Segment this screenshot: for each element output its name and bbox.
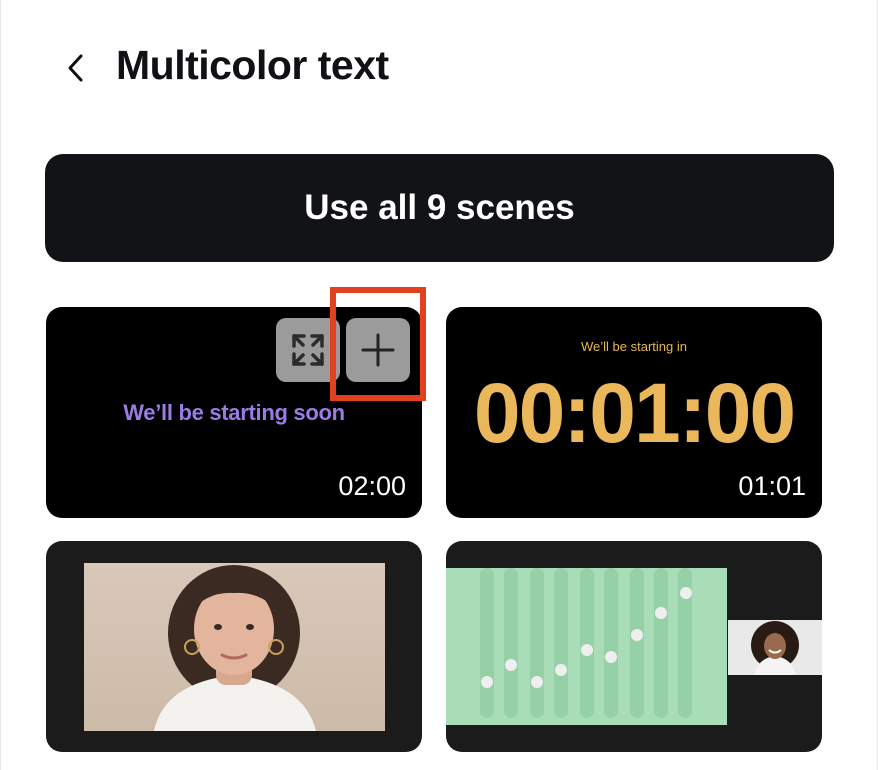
scene-duration: 02:00 (338, 471, 406, 501)
use-all-scenes-button[interactable]: Use all 9 scenes (45, 154, 834, 262)
countdown-caption: We’ll be starting in (581, 339, 687, 354)
header: Multicolor text (0, 0, 878, 140)
portrait-woman-photo (84, 563, 385, 731)
page-title: Multicolor text (116, 42, 389, 88)
countdown-timer: 00:01:00 (473, 366, 796, 460)
add-scene-button[interactable] (346, 318, 410, 382)
scene-card-2[interactable]: We’ll be starting in 00:01:00 01:01 (446, 307, 822, 518)
smiling-woman-photo (728, 620, 822, 675)
expand-arrows-icon (292, 334, 324, 366)
scene-duration: 01:01 (738, 471, 806, 501)
scene-title-text: We’ll be starting soon (123, 400, 345, 425)
expand-button[interactable] (276, 318, 340, 382)
green-sliders-photo (446, 568, 727, 725)
scene-card-1[interactable]: We’ll be starting soon 02:00 (46, 307, 422, 518)
chevron-left-icon (68, 54, 83, 82)
plus-icon (361, 333, 395, 367)
scene-card-4[interactable] (446, 541, 822, 752)
scene-card-3[interactable] (46, 541, 422, 752)
back-button[interactable] (58, 48, 94, 88)
